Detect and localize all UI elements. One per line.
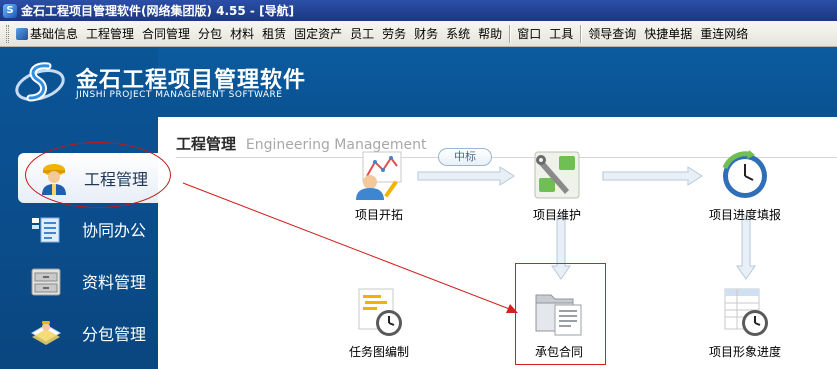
- collaboration-icon: [28, 211, 64, 247]
- page-title: 工程管理: [176, 135, 237, 153]
- title-bar: S 金石工程项目管理软件(网络集团版) 4.55 - [导航]: [0, 0, 837, 21]
- menu-project-management[interactable]: 工程管理: [82, 23, 138, 45]
- menu-subcontract[interactable]: 分包: [194, 23, 226, 45]
- table-clock-icon: [719, 287, 771, 339]
- menu-app-icon: [16, 27, 28, 40]
- sidebar-item-label: 资料管理: [82, 273, 147, 292]
- brand-name-en: JINSHI PROJECT MANAGEMENT SOFTWARE: [76, 90, 283, 100]
- brand-logo: 金石工程项目管理软件 JINSHI PROJECT MANAGEMENT SOF…: [14, 58, 314, 114]
- menu-labor[interactable]: 劳务: [378, 23, 410, 45]
- project-maintain-icon: [531, 150, 583, 202]
- sidebar-item-label: 协同办公: [82, 221, 147, 240]
- toolbar-grip[interactable]: [6, 24, 9, 43]
- annotation-highlight-box: [515, 263, 606, 365]
- sidebar-item-document-management[interactable]: 资料管理: [18, 256, 158, 306]
- clock-refresh-icon: [719, 150, 771, 202]
- sidebar-item-label: 分包管理: [82, 325, 147, 344]
- tile-project-expand[interactable]: 项目开拓: [334, 150, 424, 223]
- menu-system[interactable]: 系统: [442, 23, 474, 45]
- project-expand-icon: [353, 150, 405, 202]
- menu-materials[interactable]: 材料: [226, 23, 258, 45]
- menu-staff[interactable]: 员工: [346, 23, 378, 45]
- menu-separator: [509, 24, 511, 43]
- tile-task-chart[interactable]: 任务图编制: [334, 287, 424, 360]
- menu-reconnect-network[interactable]: 重连网络: [696, 23, 752, 45]
- cabinet-icon: [28, 263, 64, 299]
- tile-label: 项目维护: [532, 208, 581, 222]
- menu-contract-management[interactable]: 合同管理: [138, 23, 194, 45]
- tile-progress-fill[interactable]: 项目进度填报: [697, 150, 793, 223]
- menu-bar: 基础信息 工程管理 合同管理 分包 材料 租赁 固定资产 员工 劳务 财务 系统…: [0, 21, 837, 47]
- tile-image-progress[interactable]: 项目形象进度: [697, 287, 793, 360]
- menu-leader-query[interactable]: 领导查询: [584, 23, 640, 45]
- logo-mark-icon: [15, 62, 65, 102]
- window-title: 金石工程项目管理软件(网络集团版) 4.55 - [导航]: [21, 4, 295, 18]
- flow-label-bid-won: 中标: [438, 148, 492, 166]
- menu-quick-documents[interactable]: 快捷单据: [640, 23, 696, 45]
- annotation-ellipse: [25, 142, 171, 208]
- chart-clock-icon: [353, 287, 405, 339]
- menu-rental[interactable]: 租赁: [258, 23, 290, 45]
- tile-project-maintain[interactable]: 项目维护: [512, 150, 602, 223]
- menu-basic-info[interactable]: 基础信息: [12, 23, 82, 45]
- menu-finance[interactable]: 财务: [410, 23, 442, 45]
- tile-label: 项目进度填报: [708, 208, 781, 222]
- sidebar-item-subcontract-management[interactable]: 分包管理: [18, 308, 158, 358]
- menu-help[interactable]: 帮助: [474, 23, 506, 45]
- menu-window[interactable]: 窗口: [513, 23, 545, 45]
- subcontract-icon: [28, 315, 64, 351]
- tile-label: 项目形象进度: [708, 345, 781, 359]
- tile-label: 任务图编制: [348, 345, 409, 359]
- app-icon: S: [3, 3, 17, 18]
- sidebar-item-collaborative-office[interactable]: 协同办公: [18, 204, 158, 254]
- menu-tools[interactable]: 工具: [545, 23, 577, 45]
- menu-separator: [580, 24, 582, 43]
- menu-fixed-assets[interactable]: 固定资产: [290, 23, 346, 45]
- tile-label: 项目开拓: [354, 208, 403, 222]
